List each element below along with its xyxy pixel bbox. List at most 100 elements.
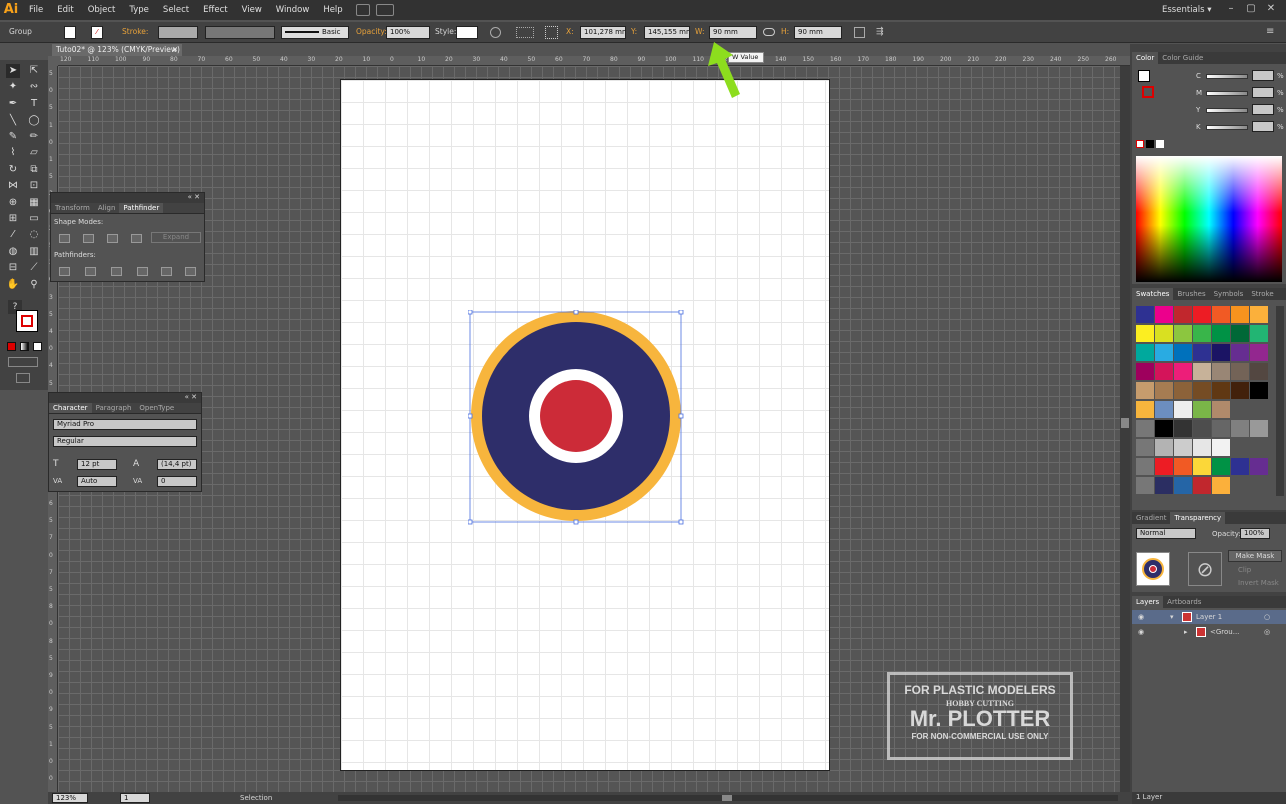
lasso-icon[interactable]: ∾: [27, 80, 41, 94]
w-field[interactable]: 90 mm: [709, 26, 757, 39]
black-swatch[interactable]: [1146, 140, 1154, 148]
tab-align[interactable]: Align: [94, 203, 120, 213]
swatch[interactable]: [1250, 344, 1268, 361]
transform-icon[interactable]: [854, 27, 865, 38]
screen-mode-icon[interactable]: [16, 373, 30, 383]
isolate-group-icon[interactable]: ⇶: [876, 27, 890, 38]
swatch[interactable]: [1155, 325, 1173, 342]
vertical-scrollbar[interactable]: [1120, 66, 1130, 792]
maximize-button[interactable]: ▢: [1242, 2, 1260, 16]
tab-pathfinder[interactable]: Pathfinder: [119, 203, 164, 213]
leading-field[interactable]: (14,4 pt): [157, 459, 197, 470]
rotate-tool-icon[interactable]: ↻: [6, 163, 20, 177]
symbol-sprayer-icon[interactable]: ◍: [6, 245, 20, 259]
roundel-artwork[interactable]: [468, 310, 684, 526]
roundel-red-center[interactable]: [540, 380, 612, 452]
minus-front-icon[interactable]: [83, 234, 94, 243]
magenta-value-field[interactable]: [1252, 87, 1274, 98]
fill-stroke-indicator[interactable]: [16, 310, 38, 332]
swatch[interactable]: [1212, 363, 1230, 380]
selection-tool-icon[interactable]: ➤: [6, 64, 20, 78]
swatch[interactable]: [1136, 306, 1154, 323]
tab-artboards[interactable]: Artboards: [1163, 596, 1205, 608]
w-label[interactable]: W:: [695, 27, 705, 36]
swatch[interactable]: [1231, 420, 1249, 437]
invert-mask-checkbox[interactable]: Invert Mask: [1238, 579, 1279, 587]
swatch[interactable]: [1193, 363, 1211, 380]
none-mode-icon[interactable]: [33, 342, 42, 351]
menu-type[interactable]: Type: [122, 0, 156, 20]
swatch[interactable]: [1155, 458, 1173, 475]
magic-wand-icon[interactable]: ✦: [6, 80, 20, 94]
swatch[interactable]: [1155, 439, 1173, 456]
x-label[interactable]: X:: [566, 27, 574, 36]
fill-color-box[interactable]: [1138, 70, 1150, 82]
merge-icon[interactable]: [111, 267, 122, 276]
ellipse-tool-icon[interactable]: ◯: [27, 114, 41, 128]
close-window-button[interactable]: ✕: [1262, 2, 1280, 16]
swatch[interactable]: [1174, 363, 1192, 380]
column-graph-icon[interactable]: ▥: [27, 245, 41, 259]
target-icon[interactable]: ○: [1264, 610, 1270, 624]
intersect-icon[interactable]: [107, 234, 118, 243]
swatch[interactable]: [1212, 382, 1230, 399]
group-row[interactable]: ◉ ▸ <Grou... ◎: [1132, 625, 1286, 639]
perspective-grid-icon[interactable]: ▦: [27, 196, 41, 210]
scale-tool-icon[interactable]: ⧉: [27, 163, 41, 177]
mesh-tool-icon[interactable]: ⊞: [6, 212, 20, 226]
stroke-label[interactable]: Stroke:: [122, 27, 148, 36]
folder-swatch[interactable]: [1136, 477, 1154, 494]
tab-transparency[interactable]: Transparency: [1170, 512, 1226, 524]
swatch[interactable]: [1250, 306, 1268, 323]
swatch[interactable]: [1193, 458, 1211, 475]
swatch[interactable]: [1193, 325, 1211, 342]
swatch[interactable]: [1174, 477, 1192, 494]
gradient-mode-icon[interactable]: [20, 342, 29, 351]
swatch[interactable]: [1193, 420, 1211, 437]
tab-paragraph[interactable]: Paragraph: [92, 403, 136, 413]
width-tool-icon[interactable]: ⋈: [6, 179, 20, 193]
swatch[interactable]: [1174, 420, 1192, 437]
horizontal-ruler[interactable]: 120 110 100 90 80 70 60 50 40 30 20 10 0 10 20 30 40 50 60…: [58, 56, 1132, 66]
expand-layer-icon[interactable]: ▾: [1170, 610, 1174, 624]
swatch[interactable]: [1155, 401, 1173, 418]
shape-builder-icon[interactable]: ⊕: [6, 196, 20, 210]
tab-swatches[interactable]: Swatches: [1132, 288, 1174, 300]
swatch[interactable]: [1212, 306, 1230, 323]
ruler-corner[interactable]: [48, 56, 58, 66]
zoom-field[interactable]: 123%: [52, 793, 88, 803]
blob-brush-icon[interactable]: ⌇: [6, 146, 20, 160]
swatch[interactable]: [1155, 306, 1173, 323]
font-family-field[interactable]: Myriad Pro: [53, 419, 197, 430]
swatch[interactable]: [1212, 325, 1230, 342]
swatch[interactable]: [1136, 325, 1154, 342]
fill-swatch[interactable]: [64, 26, 76, 39]
swatch[interactable]: [1155, 420, 1173, 437]
swatch[interactable]: [1231, 363, 1249, 380]
opacity-label[interactable]: Opacity:: [356, 27, 387, 36]
direct-selection-icon[interactable]: ⇱: [27, 64, 41, 78]
close-tab-icon[interactable]: ✕: [172, 44, 178, 56]
pattern-swatch[interactable]: [1193, 401, 1211, 418]
target-icon[interactable]: ◎: [1264, 625, 1270, 639]
folder-swatch[interactable]: [1136, 439, 1154, 456]
outline-icon[interactable]: [161, 267, 172, 276]
tab-layers[interactable]: Layers: [1132, 596, 1164, 608]
black-slider[interactable]: [1206, 125, 1248, 130]
tab-character[interactable]: Character: [49, 403, 92, 413]
eraser-icon[interactable]: ▱: [27, 146, 41, 160]
crop-icon[interactable]: [137, 267, 148, 276]
group-name[interactable]: <Grou...: [1210, 625, 1239, 639]
zoom-tool-icon[interactable]: ⚲: [27, 278, 41, 292]
magenta-slider[interactable]: [1206, 91, 1248, 96]
menu-window[interactable]: Window: [269, 0, 317, 20]
swatch[interactable]: [1193, 477, 1211, 494]
gradient-tool-icon[interactable]: ▭: [27, 212, 41, 226]
tab-brushes[interactable]: Brushes: [1173, 288, 1209, 300]
pattern-swatch[interactable]: [1212, 401, 1230, 418]
expand-group-icon[interactable]: ▸: [1184, 625, 1188, 639]
expand-button[interactable]: Expand: [151, 232, 201, 243]
layer-row[interactable]: ◉ ▾ Layer 1 ○: [1132, 610, 1286, 624]
minus-back-icon[interactable]: [185, 267, 196, 276]
paintbrush-icon[interactable]: ✎: [6, 130, 20, 144]
